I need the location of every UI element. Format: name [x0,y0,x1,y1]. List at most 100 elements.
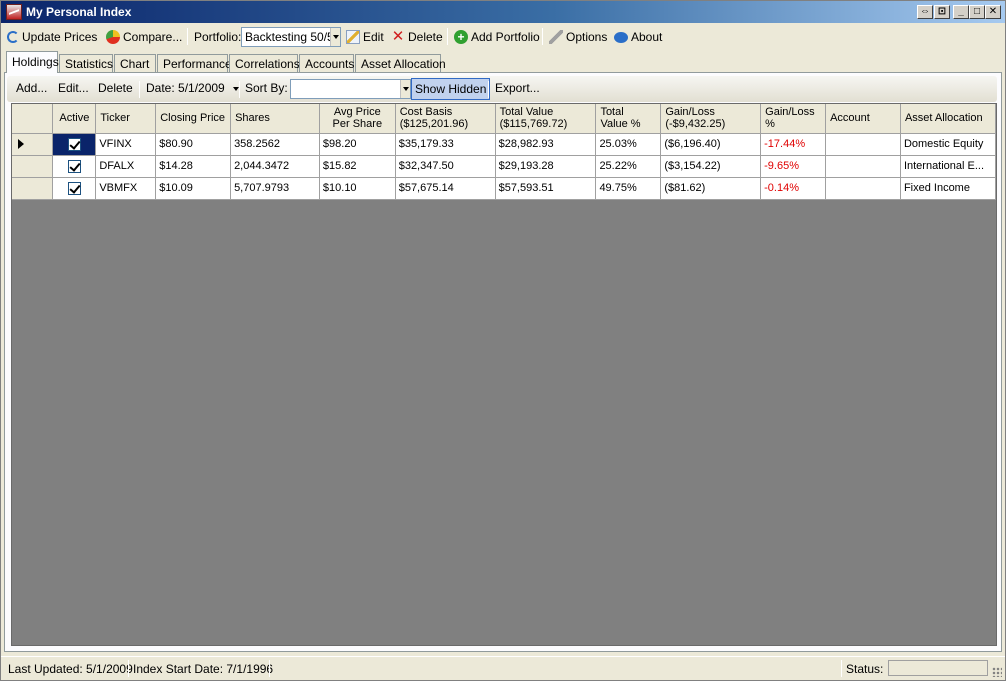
shares-cell[interactable]: 5,707.9793 [230,177,320,200]
maximize-button[interactable]: □ [969,5,985,19]
close-button[interactable]: ✕ [985,5,1001,19]
tab-holdings[interactable]: Holdings [6,51,59,73]
column-header-gain-loss-pct[interactable]: Gain/Loss % [760,104,827,134]
active-checkbox-cell[interactable] [52,177,97,200]
ticker-cell[interactable]: DFALX [95,155,157,178]
ticker-cell[interactable]: VFINX [95,133,157,156]
gain-loss-cell[interactable]: ($81.62) [660,177,762,200]
tab-asset-allocation[interactable]: Asset Allocation [355,54,446,73]
closing-price-cell[interactable]: $14.28 [155,155,232,178]
column-header-closing-price[interactable]: Closing Price [155,104,232,134]
closing-price-cell[interactable]: $10.09 [155,177,232,200]
active-checkbox[interactable] [67,137,81,151]
column-header-active[interactable]: Active [52,104,97,134]
title-bar[interactable]: My Personal Index ⇔ ⊡ _ □ ✕ [1,1,1005,23]
column-header-gain-loss[interactable]: Gain/Loss (-$9,432.25) [660,104,762,134]
gain-loss-pct-cell[interactable]: -9.65% [760,155,827,178]
account-cell[interactable] [825,133,901,156]
total-value-pct-cell[interactable]: 25.22% [595,155,662,178]
ticker-cell[interactable]: VBMFX [95,177,157,200]
sort-by-dropdown[interactable] [290,79,411,99]
app-chart-icon [6,4,22,20]
table-row[interactable]: DFALX $14.28 2,044.3472 $15.82 $32,347.5… [12,155,996,178]
column-header-cost-basis[interactable]: Cost Basis ($125,201.96) [395,104,496,134]
row-header-corner [12,104,54,134]
account-cell[interactable] [825,177,901,200]
window-title: My Personal Index [26,5,132,19]
asset-allocation-cell[interactable]: Domestic Equity [900,133,996,156]
tab-correlations[interactable]: Correlations [229,54,300,73]
resize-grip-icon[interactable] [992,667,1002,677]
total-value-pct-cell[interactable]: 49.75% [595,177,662,200]
chevron-down-icon[interactable] [400,80,410,98]
tab-strip: Holdings Statistics Chart Performance Co… [1,51,1005,73]
row-selector[interactable] [12,155,54,178]
minimize-button[interactable]: _ [953,5,969,19]
table-row[interactable]: VFINX $80.90 358.2562 $98.20 $35,179.33 … [12,133,996,156]
pin-button[interactable]: ⊡ [934,5,950,19]
add-portfolio-button[interactable]: + Add Portfolio [454,27,540,47]
column-header-asset-allocation[interactable]: Asset Allocation [900,104,996,134]
portfolio-dropdown-value: Backtesting 50/5 [245,30,334,44]
show-hidden-toggle[interactable]: Show Hidden [411,78,491,100]
avg-price-cell[interactable]: $10.10 [319,177,396,200]
holdings-grid[interactable]: Active Ticker Closing Price Shares Avg P… [11,103,997,646]
shares-cell[interactable]: 2,044.3472 [230,155,320,178]
portfolio-dropdown[interactable]: Backtesting 50/5 [241,27,341,47]
closing-price-cell[interactable]: $80.90 [155,133,232,156]
tab-accounts[interactable]: Accounts [299,54,354,73]
total-value-cell[interactable]: $29,193.28 [495,155,597,178]
asset-allocation-cell[interactable]: Fixed Income [900,177,996,200]
active-checkbox[interactable] [67,181,81,195]
tab-chart[interactable]: Chart [114,54,156,73]
column-header-shares[interactable]: Shares [230,104,320,134]
total-value-cell[interactable]: $57,593.51 [495,177,597,200]
edit-portfolio-button[interactable]: Edit [346,27,384,47]
gain-loss-pct-cell[interactable]: -0.14% [760,177,827,200]
restore-down-button[interactable]: ⇔ [917,5,933,19]
wrench-icon [549,30,563,44]
gain-loss-cell[interactable]: ($3,154.22) [660,155,762,178]
asset-allocation-cell[interactable]: International E... [900,155,996,178]
compare-button[interactable]: Compare... [106,27,182,47]
active-checkbox-cell[interactable] [52,133,97,156]
column-header-ticker[interactable]: Ticker [95,104,157,134]
edit-holding-button[interactable]: Edit... [58,81,89,95]
total-value-pct-cell[interactable]: 25.03% [595,133,662,156]
toolbar-separator [447,28,448,45]
cost-basis-cell[interactable]: $35,179.33 [395,133,496,156]
column-header-total-value[interactable]: Total Value ($115,769.72) [495,104,597,134]
tab-statistics[interactable]: Statistics [59,54,113,73]
add-holding-button[interactable]: Add... [16,81,47,95]
active-checkbox-cell[interactable] [52,155,97,178]
date-dropdown[interactable]: Date: 5/1/2009 [146,81,240,95]
cost-basis-cell[interactable]: $57,675.14 [395,177,496,200]
shares-cell[interactable]: 358.2562 [230,133,320,156]
active-checkbox[interactable] [67,159,81,173]
tab-performance[interactable]: Performance [157,54,232,73]
account-cell[interactable] [825,155,901,178]
chevron-down-icon[interactable] [330,28,340,46]
avg-price-cell[interactable]: $15.82 [319,155,396,178]
pie-chart-icon [106,30,120,44]
main-window: My Personal Index ⇔ ⊡ _ □ ✕ Update Price… [0,0,1006,681]
export-button[interactable]: Export... [495,81,540,95]
cost-basis-cell[interactable]: $32,347.50 [395,155,496,178]
row-selector[interactable] [12,133,54,156]
column-header-total-value-pct[interactable]: Total Value % [595,104,662,134]
gain-loss-pct-cell[interactable]: -17.44% [760,133,827,156]
column-header-account[interactable]: Account [825,104,901,134]
avg-price-cell[interactable]: $98.20 [319,133,396,156]
delete-holding-button[interactable]: Delete [98,81,133,95]
about-button[interactable]: About [614,27,662,47]
status-separator [128,660,129,677]
update-prices-button[interactable]: Update Prices [7,27,97,47]
total-value-cell[interactable]: $28,982.93 [495,133,597,156]
gain-loss-cell[interactable]: ($6,196.40) [660,133,762,156]
row-selector[interactable] [12,177,54,200]
options-button[interactable]: Options [549,27,607,47]
edit-pencil-icon [346,30,360,44]
column-header-avg-price[interactable]: Avg Price Per Share [319,104,396,134]
table-row[interactable]: VBMFX $10.09 5,707.9793 $10.10 $57,675.1… [12,177,996,200]
delete-portfolio-button[interactable]: ✕ Delete [391,27,443,47]
